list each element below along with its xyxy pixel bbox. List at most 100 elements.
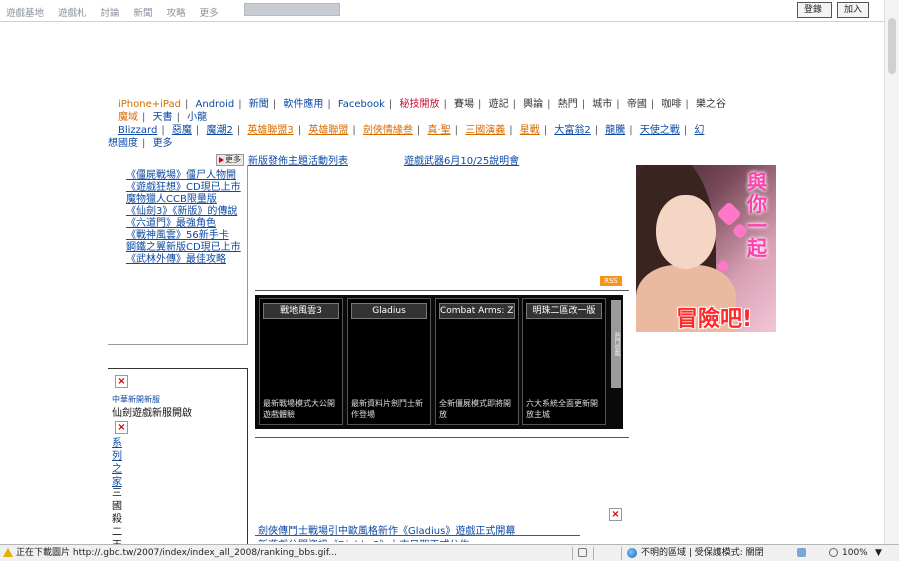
- games-side-tab[interactable]: 熱門遊戲: [611, 300, 621, 388]
- category-link[interactable]: 遊記: [489, 99, 509, 110]
- broken-image-icon: ×: [115, 421, 128, 434]
- category-link[interactable]: 星戰: [520, 125, 540, 136]
- ad-text-bottom: 冒險吧!: [676, 307, 753, 332]
- nav-link-forum[interactable]: 討論: [101, 5, 120, 19]
- divider: [593, 547, 594, 560]
- zoom-icon[interactable]: [829, 548, 838, 557]
- news-item[interactable]: 《遊戲狂想》CD現已上市: [126, 182, 244, 194]
- game-title: 戰地風雲3: [263, 303, 339, 319]
- nav-link-more[interactable]: 更多: [200, 5, 219, 19]
- category-link[interactable]: 輿論: [523, 99, 543, 110]
- vertical-scrollbar[interactable]: [884, 0, 899, 544]
- news-item[interactable]: 《六道門》最強角色: [126, 218, 244, 230]
- category-link[interactable]: 真‧聖: [427, 125, 450, 136]
- game-title: Combat Arms: Zo: [439, 303, 515, 319]
- category-link[interactable]: 惡魔: [172, 125, 192, 136]
- ad-figure-face: [656, 195, 716, 269]
- globe-icon: [627, 548, 637, 558]
- vertical-text: 三 國 殺 二 王: [112, 487, 122, 552]
- category-link[interactable]: 熱門: [558, 99, 578, 110]
- game-title: 明珠二區改一版: [526, 303, 602, 319]
- category-link[interactable]: 想國度: [108, 138, 138, 149]
- category-link[interactable]: 軟件應用: [283, 99, 323, 110]
- status-bar: 正在下載圖片 http://.gbc.tw/2007/index/index_a…: [0, 544, 899, 561]
- category-row-3: Blizzard | 惡魔 | 魔潮2 | 英雄聯盟3 | 英雄聯盟 | 劍俠情緣叁 | 真…: [118, 125, 705, 136]
- category-link[interactable]: Facebook: [338, 99, 385, 110]
- game-desc: 最新資料片劍鬥士新作登場: [351, 399, 423, 419]
- heart-icon: [716, 201, 742, 227]
- game-card[interactable]: Combat Arms: Zo 全新僵屍模式即將開放: [435, 298, 519, 425]
- category-link[interactable]: 幻: [694, 125, 704, 136]
- game-card[interactable]: 戰地風雲3 最新戰場模式大公開遊戲體驗: [259, 298, 343, 425]
- category-link[interactable]: 英雄聯盟: [308, 125, 348, 136]
- register-button[interactable]: 加入: [837, 2, 869, 18]
- nav-link-guides[interactable]: 攻略: [167, 5, 186, 19]
- nav-link-news[interactable]: 新聞: [134, 5, 153, 19]
- category-row-1: iPhone+iPad | Android | 新聞 | 軟件應用 | Facebook…: [118, 99, 726, 110]
- ad-text-top: 與你一起: [747, 170, 767, 260]
- protected-mode-icon[interactable]: [797, 548, 806, 557]
- advertisement-banner[interactable]: 與你一起 冒險吧!: [636, 165, 776, 332]
- category-link[interactable]: 帝國: [627, 99, 647, 110]
- headline-link-1[interactable]: 新版發佈主題活動列表: [248, 152, 348, 167]
- chevron-down-icon[interactable]: ▼: [875, 545, 882, 561]
- game-card[interactable]: 明珠二區改一版 六大系統全面更新開放主城: [522, 298, 606, 425]
- warning-icon: [3, 548, 13, 557]
- category-link[interactable]: 劍俠情緣叁: [363, 125, 413, 136]
- nav-link-home[interactable]: 遊戲基地: [6, 5, 44, 19]
- category-link[interactable]: 大富翁2: [554, 125, 590, 136]
- headline-link-2[interactable]: 遊戲武器6月10/25說明會: [404, 152, 519, 167]
- category-link[interactable]: 賽場: [454, 99, 474, 110]
- vertical-char: 國: [112, 501, 122, 512]
- top-nav-links: 遊戲基地 遊戲札 討論 新聞 攻略 更多: [6, 5, 219, 19]
- category-link[interactable]: 龍騰: [605, 125, 625, 136]
- category-row-4: 想國度 | 更多: [108, 138, 173, 149]
- news-item[interactable]: 《仙劍3》《新版》的傳說: [126, 206, 244, 218]
- status-message: 正在下載圖片 http://.gbc.tw/2007/index/index_a…: [16, 548, 337, 558]
- divider: [621, 547, 622, 560]
- category-link[interactable]: 更多: [153, 138, 173, 149]
- category-link[interactable]: 英雄聯盟3: [247, 125, 293, 136]
- game-desc: 最新戰場模式大公開遊戲體驗: [263, 399, 335, 419]
- lock-icon: [578, 548, 587, 557]
- divider: [572, 547, 573, 560]
- vertical-char: 殺: [112, 514, 122, 525]
- game-card[interactable]: Gladius 最新資料片劍鬥士新作登場: [347, 298, 431, 425]
- vertical-char: 列: [112, 451, 122, 462]
- news-item[interactable]: 鋼鐵之翼新版CD現已上市: [126, 242, 244, 254]
- scrollbar-thumb[interactable]: [888, 18, 896, 74]
- top-search-input[interactable]: [244, 3, 340, 16]
- vertical-char: 三: [112, 488, 122, 499]
- game-title: Gladius: [351, 303, 427, 319]
- category-link[interactable]: 秘技開放: [399, 99, 439, 110]
- vertical-link[interactable]: 系 列 之 家: [112, 437, 122, 489]
- nav-link-games[interactable]: 遊戲札: [58, 5, 87, 19]
- category-link[interactable]: 天使之戰: [640, 125, 680, 136]
- category-link[interactable]: 樂之谷: [696, 99, 726, 110]
- category-link[interactable]: 魔潮2: [206, 125, 232, 136]
- broken-image-icon: ×: [609, 508, 622, 521]
- login-button[interactable]: 登錄: [797, 2, 832, 18]
- divider: [255, 437, 629, 438]
- rss-icon[interactable]: RSS: [600, 276, 622, 286]
- category-link[interactable]: 咖啡: [661, 99, 681, 110]
- news-list: 《僵屍戰場》僵尸人物開 《遊戲狂想》CD現已上市 魔物獵人CCB限量版 《仙劍3…: [126, 170, 244, 266]
- game-desc: 全新僵屍模式即將開放: [439, 399, 511, 419]
- game-desc: 六大系統全面更新開放主城: [526, 399, 598, 419]
- vertical-char: 系: [112, 438, 122, 449]
- category-link[interactable]: 三國演義: [465, 125, 505, 136]
- vertical-char: 之: [112, 464, 122, 475]
- security-zone[interactable]: 不明的區域 | 受保護模式: 關閉: [641, 545, 764, 561]
- leftbox-text: 仙劍遊戲新服開啟: [112, 408, 192, 419]
- broken-image-icon: ×: [115, 375, 128, 388]
- category-link[interactable]: 城市: [592, 99, 612, 110]
- vertical-char: 二: [112, 527, 122, 538]
- news-item[interactable]: 《武林外傳》最佳攻略: [126, 254, 244, 266]
- news-item[interactable]: 《戰神風雲》56新手卡: [126, 230, 244, 242]
- category-link[interactable]: 新聞: [249, 99, 269, 110]
- zoom-level[interactable]: 100%: [842, 545, 868, 561]
- games-carousel: 戰地風雲3 最新戰場模式大公開遊戲體驗 Gladius 最新資料片劍鬥士新作登場…: [255, 295, 623, 429]
- bottom-news-link[interactable]: 新遊戲公開資訊《Diablo 3》上市日期正式公佈: [258, 536, 583, 542]
- news-item[interactable]: 魔物獵人CCB限量版: [126, 194, 244, 206]
- news-item[interactable]: 《僵屍戰場》僵尸人物開: [126, 170, 244, 182]
